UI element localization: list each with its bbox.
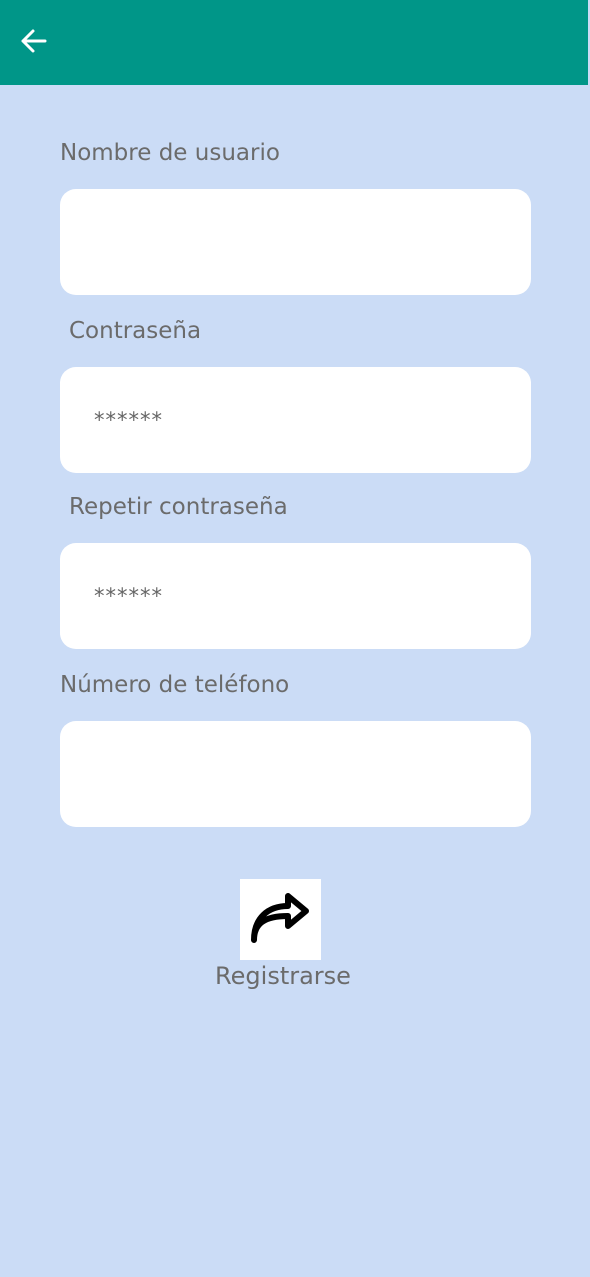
share-arrow-icon [248, 888, 314, 952]
username-input[interactable] [94, 189, 514, 295]
repeat-password-input[interactable] [94, 543, 514, 649]
password-label: Contraseña [69, 318, 202, 344]
password-input[interactable] [94, 367, 514, 473]
repeat-password-label: Repetir contraseña [69, 494, 288, 520]
username-label: Nombre de usuario [60, 140, 280, 166]
phone-label: Número de teléfono [60, 672, 290, 698]
repeat-password-field-container [60, 543, 531, 649]
register-label[interactable]: Registrarse [0, 962, 566, 990]
arrow-left-icon [18, 26, 48, 60]
phone-input[interactable] [94, 721, 514, 827]
back-button[interactable] [12, 22, 54, 64]
phone-field-container [60, 721, 531, 827]
register-button[interactable] [240, 879, 321, 960]
password-field-container [60, 367, 531, 473]
app-bar [0, 0, 588, 85]
username-field-container [60, 189, 531, 295]
